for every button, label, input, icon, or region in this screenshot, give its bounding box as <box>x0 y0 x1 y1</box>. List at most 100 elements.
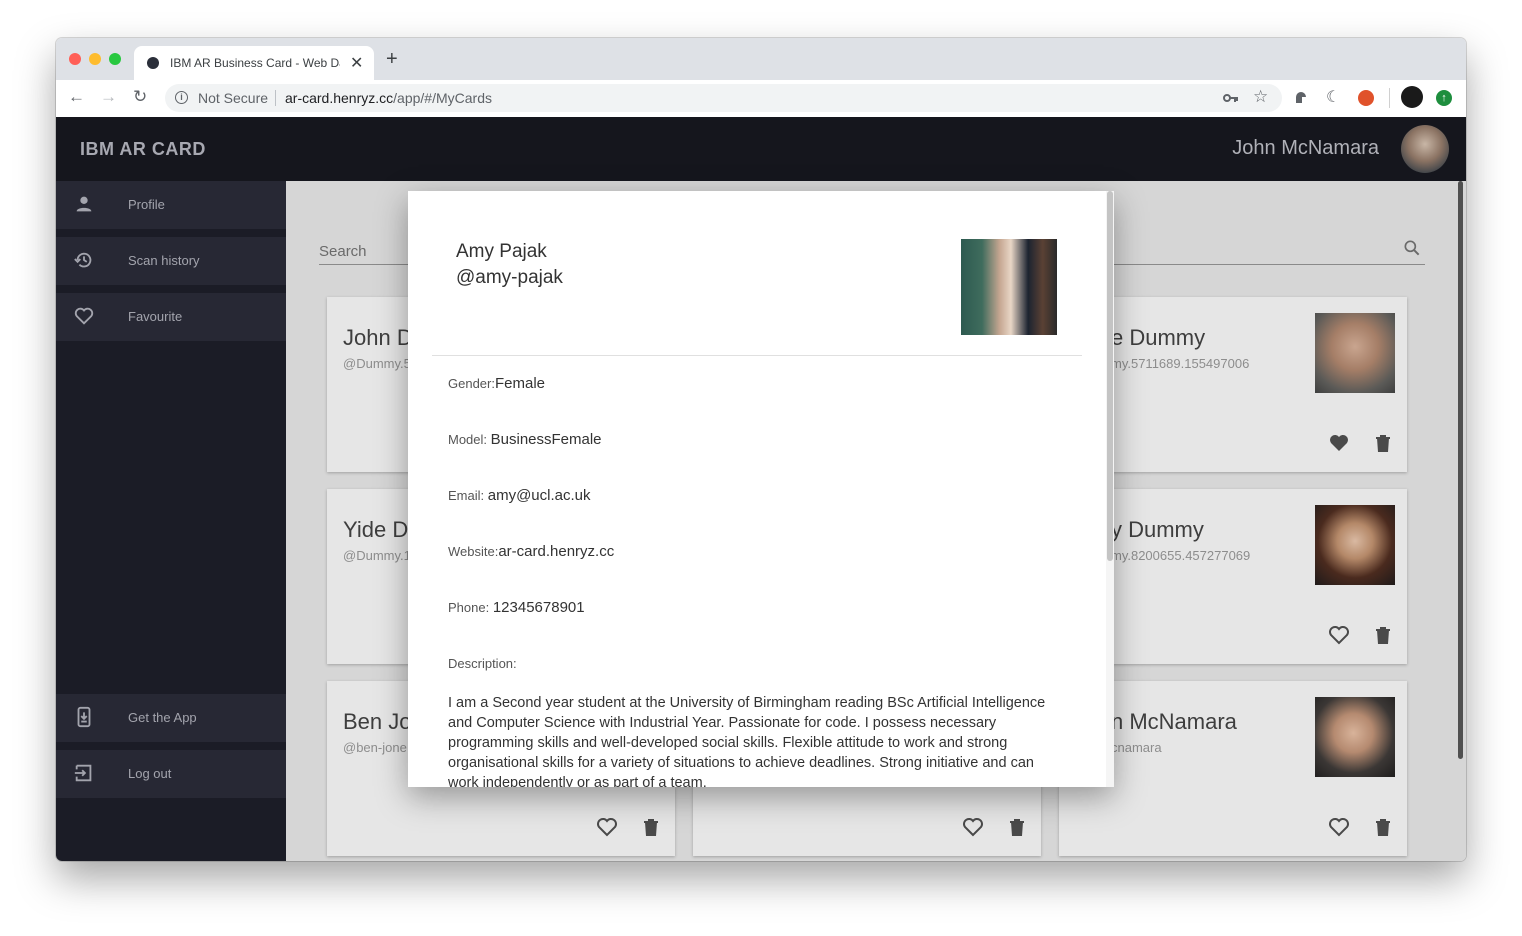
gender-field: Gender:Female <box>448 375 545 392</box>
heart-outline-icon[interactable] <box>1327 623 1351 647</box>
url-text[interactable]: ar-card.henryz.cc/app/#/MyCards <box>285 90 492 106</box>
card-handle: cnamara <box>1111 740 1162 755</box>
card-handle: @Dummy.5 <box>343 356 411 371</box>
card-photo <box>1315 505 1395 585</box>
user-name[interactable]: John McNamara <box>1232 137 1379 160</box>
phone-value: 12345678901 <box>492 599 585 616</box>
phone-field: Phone: 12345678901 <box>448 599 585 616</box>
close-window-button[interactable] <box>69 53 81 65</box>
extension-icon[interactable] <box>1293 90 1309 106</box>
dialog-divider <box>432 355 1082 356</box>
trash-icon[interactable] <box>639 815 663 839</box>
heart-outline-icon[interactable] <box>1327 815 1351 839</box>
heart-outline-icon[interactable] <box>595 815 619 839</box>
card-name: e Dummy <box>1111 325 1206 350</box>
page-scrollbar[interactable] <box>1458 181 1463 759</box>
email-label: Email: <box>448 488 488 503</box>
dialog-photo <box>961 239 1057 335</box>
download-app-icon <box>77 706 91 728</box>
description-text: I am a Second year student at the Univer… <box>448 695 1046 787</box>
url-host: ar-card.henryz.cc <box>285 90 394 106</box>
sidebar-item-label: Favourite <box>128 309 183 324</box>
card-name: Ben Jo <box>343 709 412 734</box>
model-value: BusinessFemale <box>490 431 602 448</box>
browser-toolbar: ← → ↻ i Not Secure ar-card.henryz.cc/app… <box>56 80 1466 118</box>
model-field: Model: BusinessFemale <box>448 431 602 448</box>
card-detail-dialog[interactable]: Amy Pajak @amy-pajak Gender:Female Model… <box>408 191 1114 787</box>
profile-extension-icon[interactable] <box>1401 86 1423 108</box>
sidebar-item-logout[interactable]: Log out <box>56 750 286 798</box>
browser-tab[interactable]: IBM AR Business Card - Web Da ✕ <box>134 46 374 80</box>
search-icon[interactable] <box>1402 238 1422 258</box>
reload-icon[interactable]: ↻ <box>133 87 147 107</box>
dialog-name: Amy Pajak <box>456 241 547 262</box>
address-bar[interactable]: i Not Secure ar-card.henryz.cc/app/#/MyC… <box>165 84 1282 112</box>
maximize-window-button[interactable] <box>109 53 121 65</box>
card-handle: my.5711689.155497006 <box>1111 356 1250 371</box>
card-name: n McNamara <box>1111 709 1237 734</box>
phone-label: Phone: <box>448 600 493 615</box>
description-label: Description: <box>448 656 517 671</box>
heart-outline-icon <box>74 307 94 325</box>
website-value[interactable]: ar-card.henryz.cc <box>498 543 614 560</box>
app-brand[interactable]: IBM AR CARD <box>80 139 206 160</box>
new-tab-icon[interactable]: + <box>386 49 398 69</box>
url-separator <box>275 90 276 106</box>
sidebar-item-label: Profile <box>128 197 165 212</box>
tab-title: IBM AR Business Card - Web Da <box>170 56 340 70</box>
sidebar-item-profile[interactable]: Profile <box>56 181 286 229</box>
sidebar-item-label: Get the App <box>128 710 197 725</box>
card-name: y Dummy <box>1111 517 1204 542</box>
card-photo <box>1315 313 1395 393</box>
key-icon[interactable] <box>1223 92 1239 104</box>
trash-icon[interactable] <box>1371 431 1395 455</box>
favicon-icon <box>147 57 159 69</box>
card-handle: @Dummy.1 <box>343 548 411 563</box>
url-path: /app/#/MyCards <box>393 90 492 106</box>
trash-icon[interactable] <box>1005 815 1029 839</box>
forward-icon[interactable]: → <box>100 87 117 107</box>
card-handle: my.8200655.457277069 <box>1111 548 1251 563</box>
tab-strip: IBM AR Business Card - Web Da ✕ + <box>56 38 1466 80</box>
sidebar-item-label: Log out <box>128 766 172 781</box>
browser-window: IBM AR Business Card - Web Da ✕ + ← → ↻ … <box>56 38 1466 861</box>
search-input[interactable]: Search <box>319 243 367 260</box>
app-bar: IBM AR CARD John McNamara <box>56 117 1466 181</box>
ubuntu-extension-icon[interactable] <box>1358 90 1374 106</box>
app-root: IBM AR CARD John McNamara Profile Scan h… <box>56 117 1466 861</box>
gender-label: Gender: <box>448 376 495 391</box>
toolbar-divider <box>1389 88 1390 108</box>
minimize-window-button[interactable] <box>89 53 101 65</box>
website-field: Website:ar-card.henryz.cc <box>448 543 614 560</box>
heart-outline-icon[interactable] <box>961 815 985 839</box>
card-photo <box>1315 697 1395 777</box>
update-icon[interactable]: ↑ <box>1436 90 1452 106</box>
card-handle: @ben-jone <box>343 740 407 755</box>
email-value[interactable]: amy@ucl.ac.uk <box>488 487 591 504</box>
email-field: Email: amy@ucl.ac.uk <box>448 487 591 504</box>
model-label: Model: <box>448 432 491 447</box>
trash-icon[interactable] <box>1371 623 1395 647</box>
back-icon[interactable]: ← <box>68 87 85 107</box>
dark-mode-icon[interactable]: ☾ <box>1326 89 1340 107</box>
dialog-scrollbar[interactable] <box>1106 191 1114 787</box>
sidebar-item-favourite[interactable]: Favourite <box>56 293 286 341</box>
heart-filled-icon[interactable] <box>1327 431 1351 455</box>
sidebar-item-scan-history[interactable]: Scan history <box>56 237 286 285</box>
user-avatar[interactable] <box>1401 125 1449 173</box>
card-name: John D <box>343 325 413 350</box>
sidebar-item-get-app[interactable]: Get the App <box>56 694 286 742</box>
info-icon[interactable]: i <box>175 91 188 104</box>
bookmark-star-icon[interactable]: ☆ <box>1253 87 1268 107</box>
gender-value: Female <box>494 375 546 392</box>
dialog-handle: @amy-pajak <box>456 267 563 288</box>
close-tab-icon[interactable]: ✕ <box>350 53 363 73</box>
sidebar-item-label: Scan history <box>128 253 200 268</box>
history-icon <box>74 252 92 268</box>
trash-icon[interactable] <box>1371 815 1395 839</box>
sidebar: Profile Scan history Favourite Get the A… <box>56 181 286 861</box>
logout-icon <box>74 764 92 782</box>
security-label: Not Secure <box>198 90 269 106</box>
dialog-scroll-thumb[interactable] <box>1107 191 1113 561</box>
website-label: Website: <box>448 544 499 559</box>
